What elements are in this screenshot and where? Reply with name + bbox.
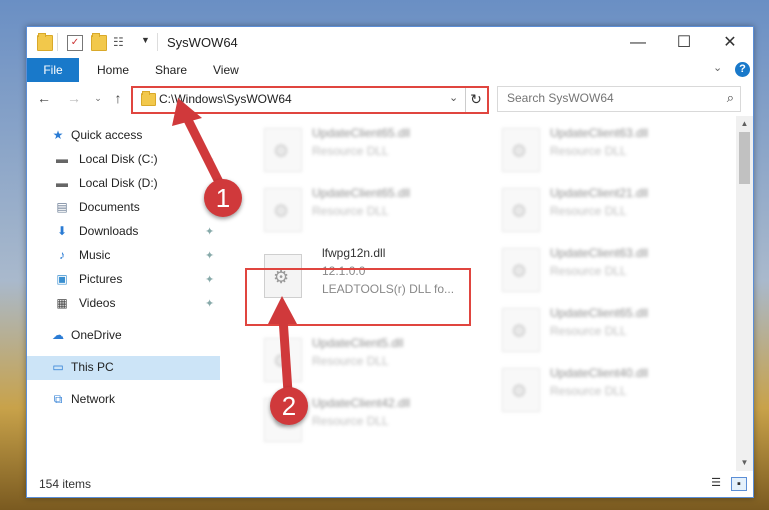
arrowhead-icon <box>268 296 297 324</box>
step-one-badge: 1 <box>204 179 242 217</box>
step-two-badge: 2 <box>270 387 308 425</box>
annotation-arrows <box>172 98 297 397</box>
arrow-to-file <box>278 313 293 397</box>
arrowhead-icon <box>172 98 202 126</box>
arrow-to-address-bar <box>181 111 227 193</box>
